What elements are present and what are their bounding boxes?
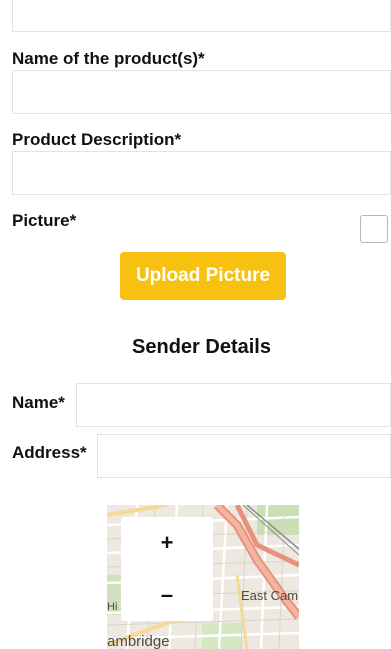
product-form-page: Name of the product(s)* Product Descript… bbox=[0, 0, 391, 649]
product-name-input[interactable] bbox=[12, 70, 391, 114]
sender-address-input[interactable] bbox=[97, 434, 391, 478]
sender-name-input[interactable] bbox=[76, 383, 391, 427]
zoom-in-button[interactable]: + bbox=[121, 517, 213, 569]
zoom-out-button[interactable]: – bbox=[121, 569, 213, 621]
product-description-label: Product Description* bbox=[12, 130, 182, 149]
picture-label: Picture* bbox=[12, 211, 77, 230]
map-zoom-control: + – bbox=[121, 517, 213, 621]
previous-field-input[interactable] bbox=[12, 0, 391, 32]
sender-name-label: Name* bbox=[12, 393, 65, 412]
sender-address-label: Address* bbox=[12, 443, 87, 462]
product-description-input[interactable] bbox=[12, 151, 391, 195]
map-place-label: Hi bbox=[107, 601, 118, 613]
location-map[interactable]: + – East Camb Hi ambridge bbox=[107, 505, 299, 649]
upload-picture-button[interactable]: Upload Picture bbox=[120, 252, 286, 300]
product-name-label: Name of the product(s)* bbox=[12, 49, 205, 68]
map-place-label: East Camb bbox=[241, 588, 299, 603]
picture-checkbox[interactable] bbox=[360, 215, 388, 243]
map-place-label: ambridge bbox=[107, 633, 170, 649]
sender-details-heading: Sender Details bbox=[132, 336, 271, 358]
